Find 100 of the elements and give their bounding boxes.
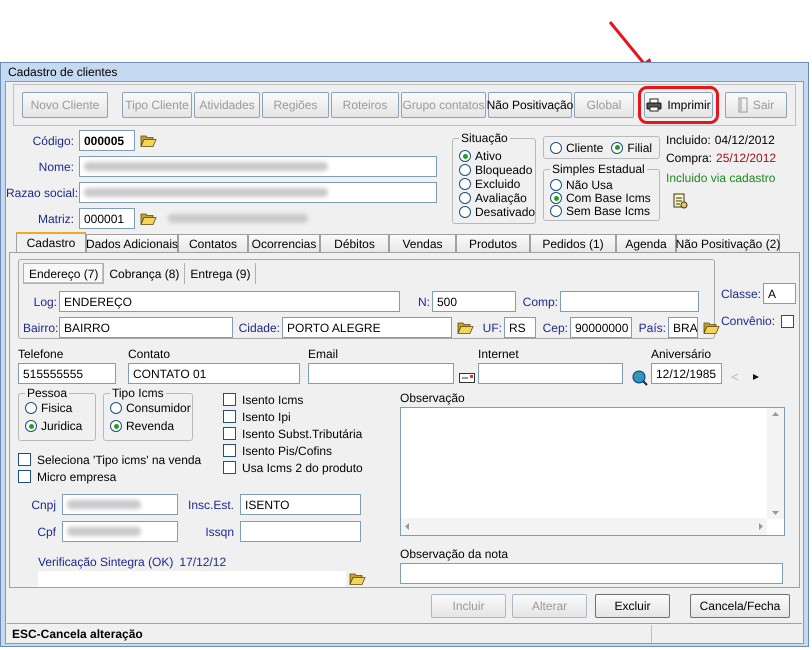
tab[interactable]: Produtos: [456, 234, 530, 252]
service-tax-field[interactable]: [240, 521, 361, 542]
tab[interactable]: Pedidos (1): [530, 234, 616, 252]
radio-label: Bloqueado: [475, 162, 532, 179]
tab[interactable]: Dados Adicionais: [86, 234, 178, 252]
email-icon[interactable]: [459, 373, 475, 383]
globe-icon[interactable]: [632, 370, 648, 386]
folder-icon[interactable]: [457, 320, 474, 334]
company-name-field[interactable]: [79, 182, 437, 203]
phone-field[interactable]: 515555555: [18, 363, 116, 384]
radio-button[interactable]: [459, 164, 471, 176]
state-registration-field[interactable]: ISENTO: [240, 494, 361, 515]
tax-id-field[interactable]: [62, 494, 178, 515]
sintegra-field[interactable]: [38, 571, 346, 587]
notes-textarea[interactable]: [400, 407, 785, 536]
city-field[interactable]: PORTO ALEGRE: [282, 317, 452, 338]
next-icon[interactable]: [752, 373, 760, 381]
radio-button[interactable]: [459, 178, 471, 190]
parent-code-field[interactable]: 000001: [79, 208, 135, 229]
radio-button[interactable]: [550, 205, 562, 217]
website-field[interactable]: [478, 363, 623, 384]
invoice-notes-field[interactable]: [400, 563, 783, 584]
sub-tab[interactable]: Endereço (7): [23, 263, 104, 284]
group-title: Tipo Icms: [110, 386, 166, 400]
action-button[interactable]: Cancela/Fecha: [690, 594, 790, 618]
tab[interactable]: Débitos: [320, 234, 389, 252]
action-button[interactable]: Excluir: [595, 594, 670, 618]
radio-button[interactable]: [25, 420, 37, 432]
tab[interactable]: Agenda: [616, 234, 676, 252]
field-label: Comp:: [522, 294, 558, 310]
field-label: Código:: [32, 132, 74, 150]
scroll-left-icon[interactable]: [405, 523, 409, 530]
checkbox-label: Isento Subst.Tributária: [242, 426, 362, 442]
checkbox[interactable]: [223, 444, 236, 457]
radio-button[interactable]: [611, 142, 624, 154]
radio-button[interactable]: [459, 192, 471, 204]
field-label: Cidade:: [238, 320, 280, 336]
checkbox-label: Usa Icms 2 do produto: [242, 460, 363, 476]
radio-button[interactable]: [110, 402, 122, 414]
state-field[interactable]: RS: [504, 317, 536, 338]
checkbox-label: Isento Icms: [242, 392, 304, 408]
sub-tab[interactable]: Cobrança (8): [104, 263, 186, 284]
field-label: Incluido:: [666, 132, 711, 149]
checkbox[interactable]: [223, 461, 236, 474]
tab[interactable]: Não Positivação (2): [676, 234, 780, 252]
radio-button[interactable]: [459, 150, 471, 162]
date-value: 04/12/2012: [714, 132, 775, 149]
radio-button[interactable]: [550, 142, 562, 154]
complement-field[interactable]: [560, 291, 699, 312]
printer-icon: [646, 98, 662, 112]
folder-icon[interactable]: [349, 572, 366, 586]
field-label: Contato: [128, 346, 172, 363]
tab[interactable]: Vendas: [389, 234, 456, 252]
class-field[interactable]: A: [763, 283, 796, 304]
scroll-right-icon[interactable]: [759, 523, 763, 530]
number-field[interactable]: 500: [432, 291, 516, 312]
checkbox[interactable]: [223, 427, 236, 440]
checkbox[interactable]: [18, 470, 31, 483]
tab[interactable]: Cadastro: [16, 232, 86, 252]
field-label: Observação: [400, 390, 466, 407]
name-field[interactable]: [79, 156, 437, 177]
field-label: Compra:: [666, 150, 712, 167]
code-field[interactable]: 000005: [79, 130, 135, 151]
scroll-down-icon[interactable]: [772, 511, 779, 515]
radio-label: Revenda: [126, 418, 174, 435]
checkbox[interactable]: [781, 314, 794, 328]
horizontal-scrollbar[interactable]: [401, 518, 767, 535]
radio-button[interactable]: [25, 402, 37, 414]
radio-button[interactable]: [459, 206, 471, 218]
zip-field[interactable]: 90000000: [570, 317, 632, 338]
radio-label: Consumidor: [126, 400, 191, 417]
vertical-scrollbar[interactable]: [767, 408, 784, 519]
personal-id-field[interactable]: [62, 521, 178, 542]
tab[interactable]: Ocorrencias: [248, 234, 320, 252]
radio-label: Filial: [627, 140, 652, 156]
folder-icon[interactable]: [140, 212, 157, 226]
notes-icon[interactable]: [672, 193, 688, 209]
tab[interactable]: Contatos: [178, 234, 248, 252]
checkbox-label: Isento Pis/Cofins: [242, 442, 332, 460]
checkbox[interactable]: [223, 393, 236, 406]
district-field[interactable]: BAIRRO: [59, 317, 233, 338]
birthday-field[interactable]: 12/12/1985: [651, 363, 722, 384]
scroll-up-icon[interactable]: [772, 412, 779, 416]
date-value: 25/12/2012: [716, 150, 776, 167]
checkbox-label: Isento Ipi: [242, 408, 291, 426]
checkbox[interactable]: [223, 410, 236, 423]
folder-icon[interactable]: [140, 134, 157, 148]
radio-label: Excluido: [475, 176, 520, 193]
folder-icon[interactable]: [703, 320, 720, 334]
contact-field[interactable]: CONTATO 01: [128, 363, 300, 384]
group-title: Pessoa: [25, 386, 70, 400]
radio-button[interactable]: [550, 179, 562, 191]
checkbox[interactable]: [18, 453, 31, 466]
toolbar-button[interactable]: Não Positivação: [488, 92, 572, 118]
email-field[interactable]: [308, 363, 454, 384]
street-field[interactable]: ENDEREÇO: [59, 291, 400, 312]
radio-label: Cliente: [566, 140, 604, 156]
radio-button[interactable]: [550, 192, 562, 204]
sub-tab[interactable]: Entrega (9): [185, 263, 256, 284]
radio-button[interactable]: [110, 420, 122, 432]
